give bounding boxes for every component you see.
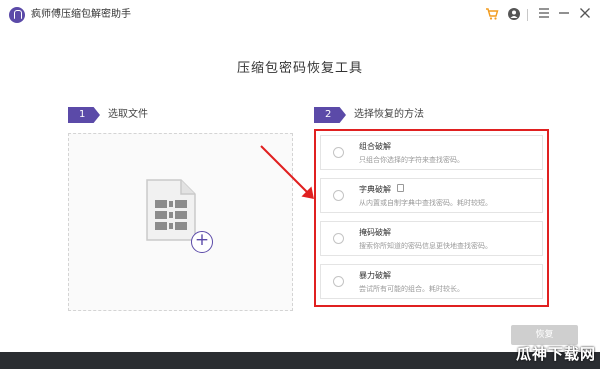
method-name: 暴力破解 bbox=[359, 271, 391, 280]
step-2-badge: 2 bbox=[314, 107, 346, 123]
file-drop-zone[interactable]: + bbox=[68, 133, 293, 311]
method-description: 从内置或自制字典中查找密码。耗时较短。 bbox=[359, 199, 492, 207]
app-logo-icon bbox=[9, 7, 25, 23]
method-name: 组合破解 bbox=[359, 142, 391, 151]
desktop-taskbar bbox=[0, 352, 600, 369]
user-icon[interactable] bbox=[506, 7, 522, 23]
add-file-icon[interactable]: + bbox=[191, 231, 213, 253]
radio-button[interactable] bbox=[333, 147, 344, 158]
method-brute-force[interactable]: 暴力破解 尝试所有可能的组合。耗时较长。 bbox=[320, 264, 543, 299]
method-description: 尝试所有可能的组合。耗时较长。 bbox=[359, 285, 464, 293]
method-name: 字典破解 bbox=[359, 185, 391, 194]
app-window: 疯师傅压缩包解密助手 压缩包密码恢复工具 1 选取文件 2 选择恢复的方法 + … bbox=[0, 0, 600, 352]
method-mask[interactable]: 掩码破解 搜索你所知道的密码信息更快地查找密码。 bbox=[320, 221, 543, 256]
document-icon[interactable] bbox=[397, 184, 404, 192]
archive-file-icon bbox=[146, 179, 196, 241]
method-name: 掩码破解 bbox=[359, 228, 391, 237]
watermark: 瓜神下载网 bbox=[515, 345, 596, 363]
cart-icon[interactable] bbox=[484, 7, 500, 23]
title-separator bbox=[527, 9, 528, 21]
method-description: 只组合你选择的字符来查找密码。 bbox=[359, 156, 464, 164]
radio-button[interactable] bbox=[333, 276, 344, 287]
title-bar: 疯师傅压缩包解密助手 bbox=[0, 0, 600, 30]
close-icon[interactable] bbox=[577, 7, 593, 23]
method-description: 搜索你所知道的密码信息更快地查找密码。 bbox=[359, 242, 492, 250]
menu-icon[interactable] bbox=[536, 7, 552, 23]
step-1-badge: 1 bbox=[68, 107, 100, 123]
recovery-methods-panel: 组合破解 只组合你选择的字符来查找密码。 字典破解 从内置或自制字典中查找密码。… bbox=[314, 129, 549, 307]
minimize-icon[interactable] bbox=[556, 7, 572, 23]
step-2-label: 选择恢复的方法 bbox=[354, 109, 424, 120]
method-dictionary[interactable]: 字典破解 从内置或自制字典中查找密码。耗时较短。 bbox=[320, 178, 543, 213]
step-1-label: 选取文件 bbox=[108, 109, 148, 120]
radio-button[interactable] bbox=[333, 190, 344, 201]
radio-button[interactable] bbox=[333, 233, 344, 244]
method-combination[interactable]: 组合破解 只组合你选择的字符来查找密码。 bbox=[320, 135, 543, 170]
page-title: 压缩包密码恢复工具 bbox=[236, 61, 363, 76]
app-title: 疯师傅压缩包解密助手 bbox=[31, 9, 131, 20]
recover-button[interactable]: 恢复 bbox=[511, 325, 578, 345]
